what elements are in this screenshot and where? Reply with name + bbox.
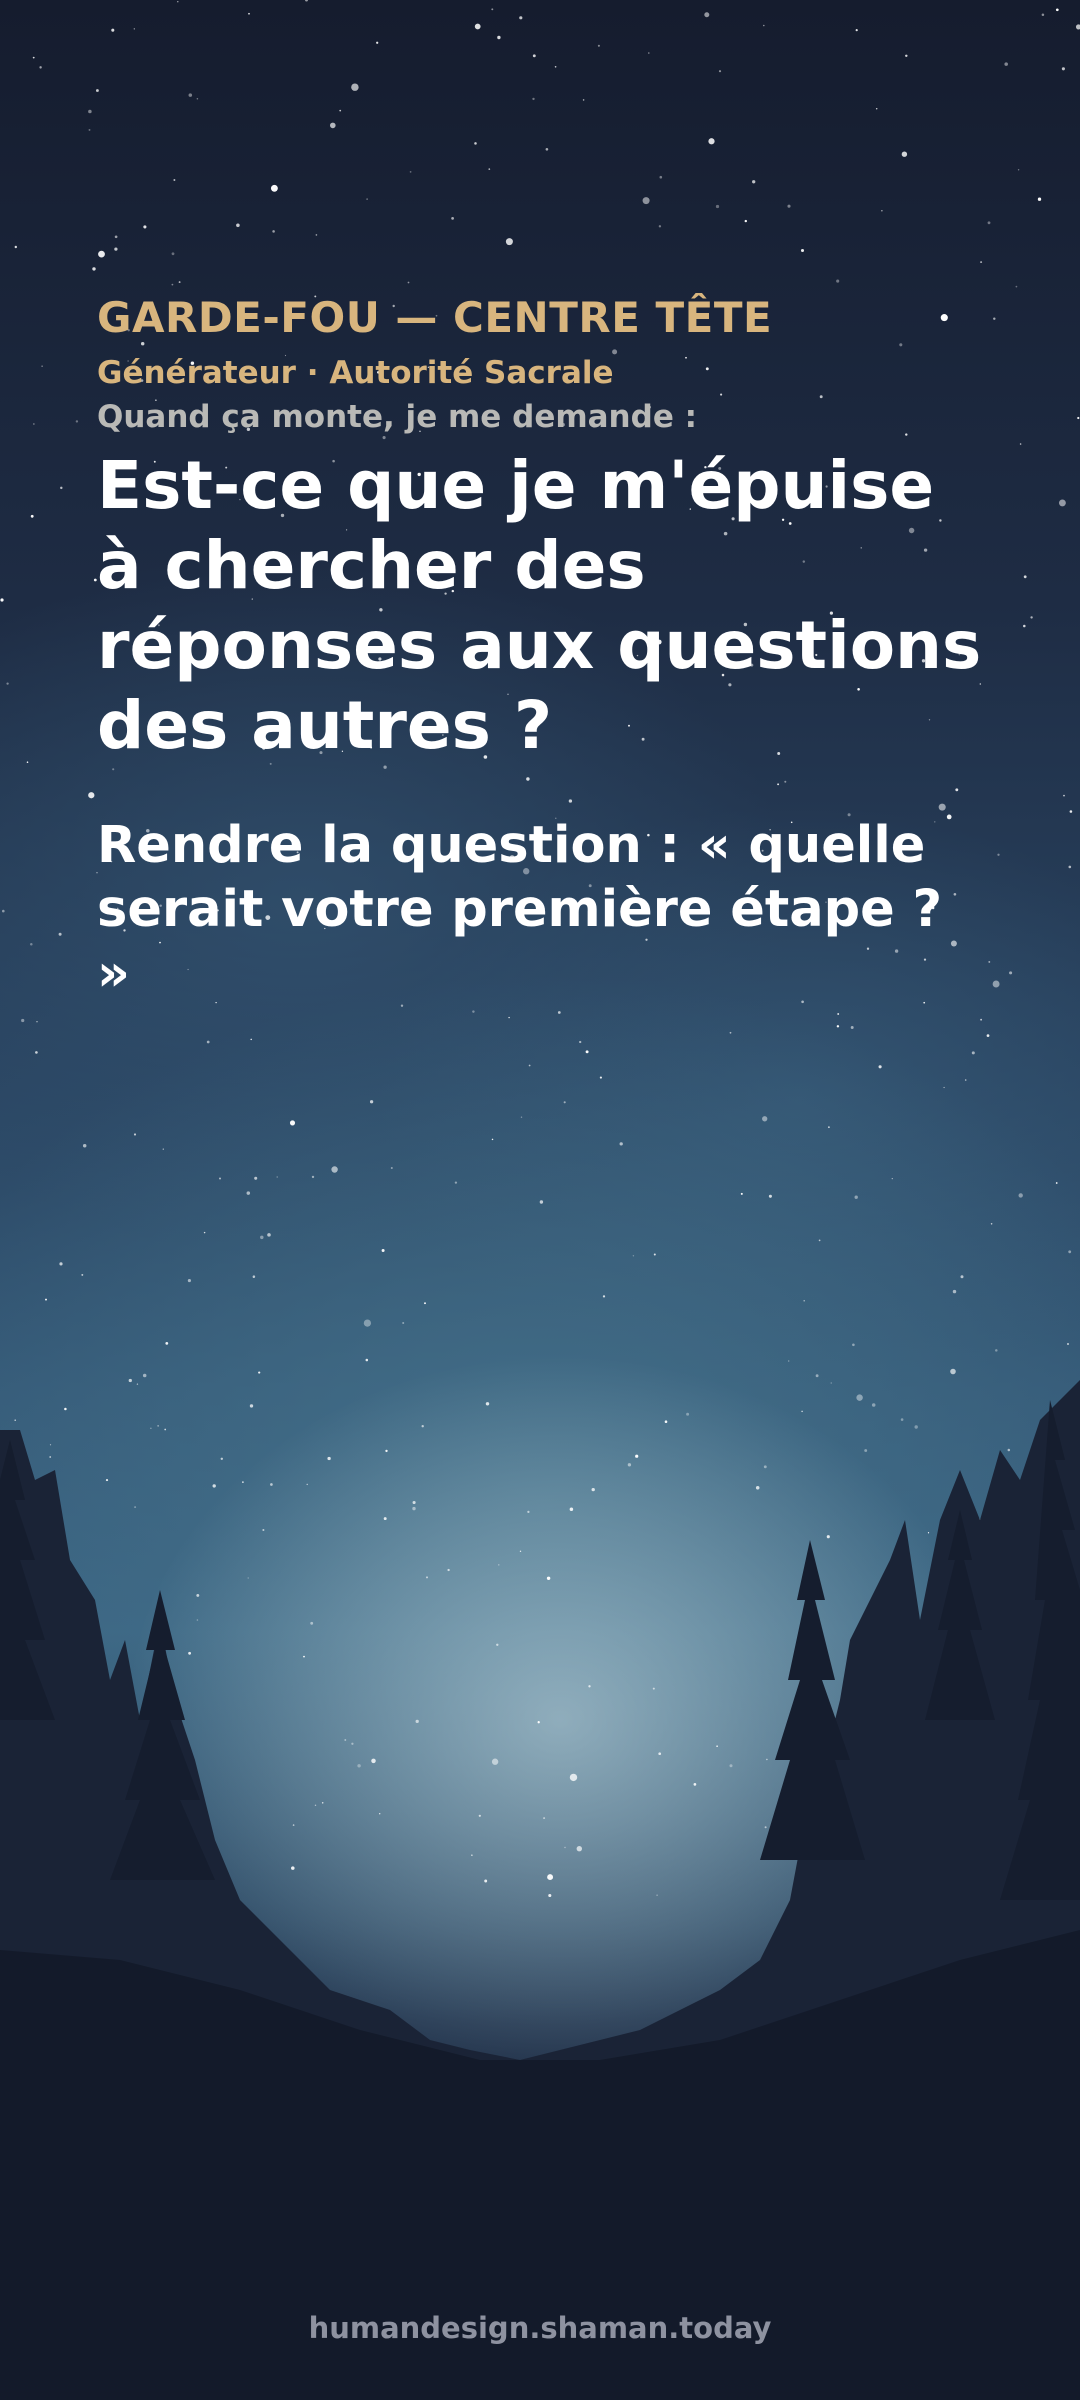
card-answer: Rendre la question : « quelle serait vot… — [97, 816, 943, 1003]
card-subtitle: Générateur · Autorité Sacrale — [97, 355, 614, 391]
story-card: GARDE-FOU — CENTRE TÊTE Générateur · Aut… — [0, 0, 1080, 2400]
card-text: GARDE-FOU — CENTRE TÊTE Générateur · Aut… — [97, 290, 997, 1006]
card-prompt: Quand ça monte, je me demande : — [97, 399, 698, 435]
card-question: Est-ce que je m'épuise à chercher des ré… — [97, 447, 982, 764]
footer-url: humandesign.shaman.today — [308, 2311, 772, 2345]
card-kicker: GARDE-FOU — CENTRE TÊTE — [97, 293, 773, 342]
